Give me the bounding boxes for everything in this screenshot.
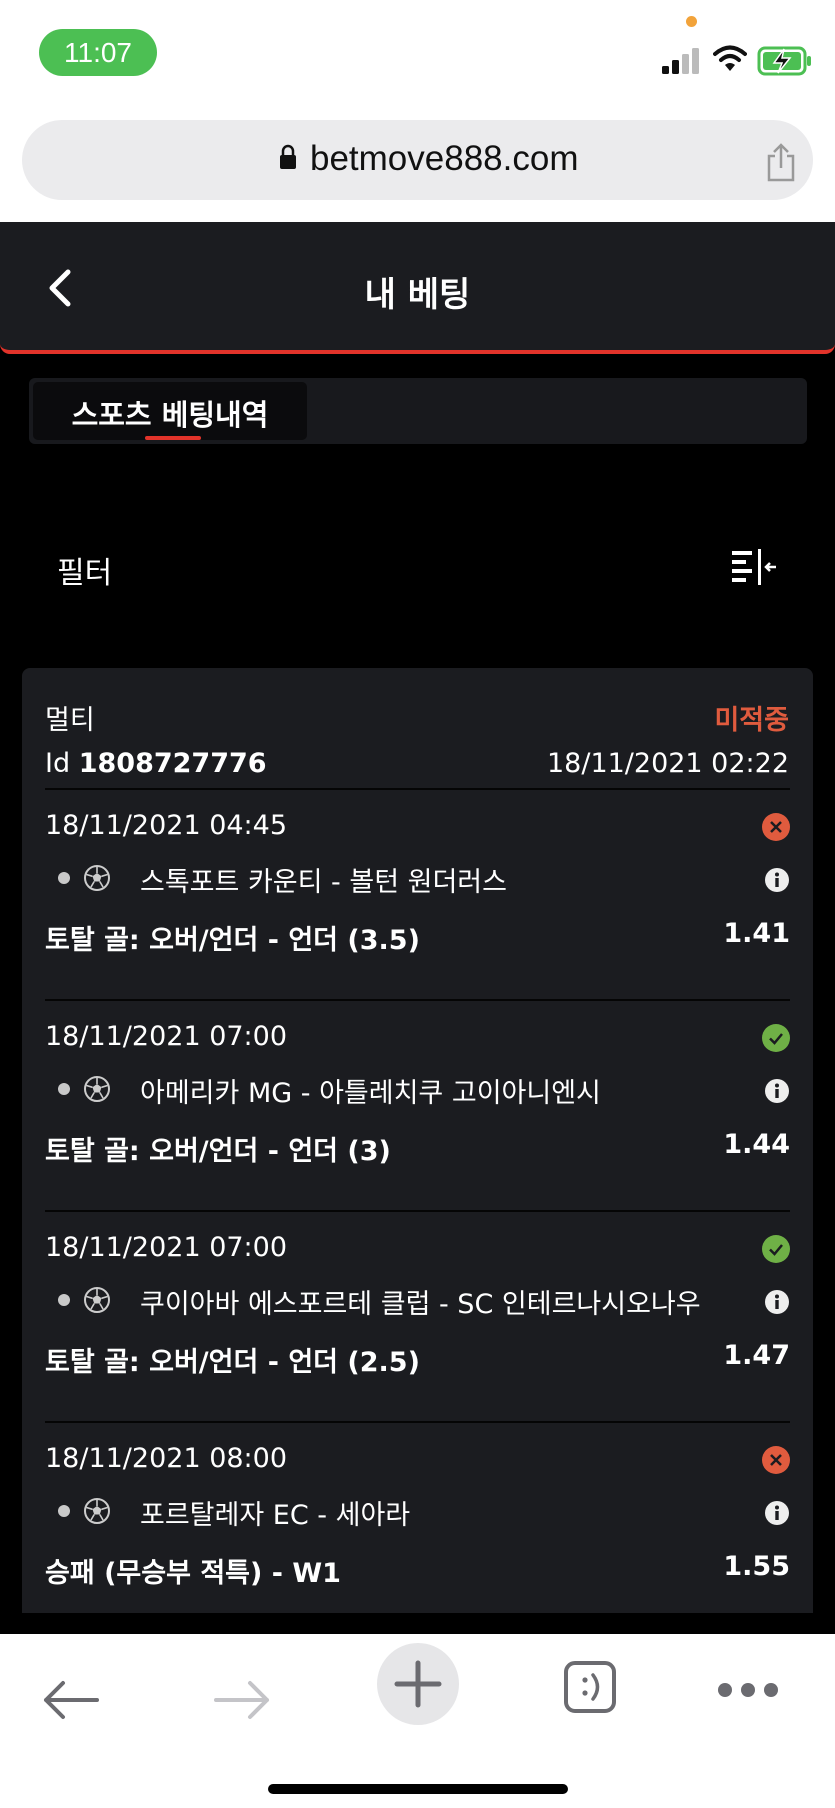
soccer-ball-icon	[84, 1287, 110, 1313]
selection-item: 18/11/2021 08:00 포르탈레자 EC - 세아라 승패 (무승부 …	[22, 1423, 813, 1613]
home-indicator	[268, 1784, 568, 1794]
bet-status: 미적중	[714, 705, 789, 736]
selection-market: 토탈 골: 오버/언더 - 언더 (3)	[45, 1136, 391, 1167]
tab-active-indicator	[145, 436, 201, 440]
selection-match: 아메리카 MG - 아틀레치쿠 고이아니엔시	[140, 1078, 601, 1109]
selection-odds: 1.47	[723, 1340, 790, 1371]
lost-x-icon	[762, 813, 790, 841]
page-header: 내 베팅	[0, 222, 835, 354]
selection-odds: 1.41	[723, 918, 790, 949]
new-tab-plus-icon	[394, 1660, 442, 1708]
browser-toolbar	[0, 1634, 835, 1808]
status-bar: 11:07	[0, 0, 835, 110]
selection-market: 토탈 골: 오버/언더 - 언더 (2.5)	[45, 1347, 420, 1378]
selection-odds: 1.55	[723, 1551, 790, 1582]
lost-x-icon	[762, 1446, 790, 1474]
selection-item: 18/11/2021 07:00 아메리카 MG - 아틀레치쿠 고이아니엔시 …	[22, 1001, 813, 1212]
address-bar[interactable]: betmove888.com	[22, 120, 813, 200]
won-check-icon	[762, 1235, 790, 1263]
bet-id-number: 1808727776	[78, 748, 267, 779]
privacy-indicator-dot	[686, 16, 697, 27]
bullet-dot	[58, 1083, 70, 1095]
bet-type: 멀티	[45, 705, 95, 736]
more-icon[interactable]	[717, 1682, 779, 1698]
bet-id-prefix: Id	[45, 748, 71, 779]
forward-arrow-icon[interactable]	[214, 1678, 272, 1722]
bullet-dot	[58, 1505, 70, 1517]
wifi-icon	[713, 45, 747, 71]
won-check-icon	[762, 1024, 790, 1052]
tab-label: 스포츠 베팅내역	[71, 398, 269, 432]
filter-label[interactable]: 필터	[57, 548, 112, 592]
soccer-ball-icon	[84, 1076, 110, 1102]
browser-address-area: betmove888.com	[0, 110, 835, 222]
selection-odds: 1.44	[723, 1129, 790, 1160]
lock-icon	[280, 144, 296, 169]
tab-sports-bets[interactable]: 스포츠 베팅내역	[33, 382, 307, 440]
new-tab-button[interactable]	[377, 1643, 459, 1725]
info-icon[interactable]	[764, 1078, 790, 1104]
tab-bar: 스포츠 베팅내역	[29, 378, 807, 444]
info-icon[interactable]	[764, 1289, 790, 1315]
selection-time: 18/11/2021 07:00	[45, 1021, 288, 1052]
bullet-dot	[58, 1294, 70, 1306]
info-icon[interactable]	[764, 1500, 790, 1526]
bet-id: Id 1808727776	[45, 748, 267, 779]
status-time: 11:07	[39, 29, 157, 76]
battery-charging-icon	[757, 46, 811, 76]
selection-match: 쿠이아바 에스포르테 클럽 - SC 인테르나시오나우	[140, 1289, 701, 1320]
selection-market: 토탈 골: 오버/언더 - 언더 (3.5)	[45, 925, 420, 956]
bet-placed-date: 18/11/2021 02:22	[546, 748, 789, 779]
signal-icon	[662, 48, 699, 74]
url-text: betmove888.com	[310, 139, 579, 178]
selection-time: 18/11/2021 04:45	[45, 810, 288, 841]
selection-item: 18/11/2021 04:45 스톡포트 카운티 - 볼턴 원더러스 토탈 골…	[22, 790, 813, 1001]
info-icon[interactable]	[764, 867, 790, 893]
selection-match: 스톡포트 카운티 - 볼턴 원더러스	[140, 867, 507, 898]
tabs-icon[interactable]	[563, 1660, 617, 1714]
selection-item: 18/11/2021 07:00 쿠이아바 에스포르테 클럽 - SC 인테르나…	[22, 1212, 813, 1423]
selection-time: 18/11/2021 07:00	[45, 1232, 288, 1263]
page-title: 내 베팅	[364, 275, 471, 315]
share-icon[interactable]	[763, 142, 799, 182]
soccer-ball-icon	[84, 1498, 110, 1524]
filter-sort-icon[interactable]	[732, 549, 778, 585]
selection-market: 승패 (무승부 적특) - W1	[45, 1558, 341, 1589]
bullet-dot	[58, 872, 70, 884]
selection-match: 포르탈레자 EC - 세아라	[140, 1500, 411, 1531]
bet-card[interactable]: 멀티 미적중 Id 1808727776 18/11/2021 02:22 18…	[22, 668, 813, 1613]
back-arrow-icon[interactable]	[41, 1678, 99, 1722]
soccer-ball-icon	[84, 865, 110, 891]
selection-time: 18/11/2021 08:00	[45, 1443, 288, 1474]
